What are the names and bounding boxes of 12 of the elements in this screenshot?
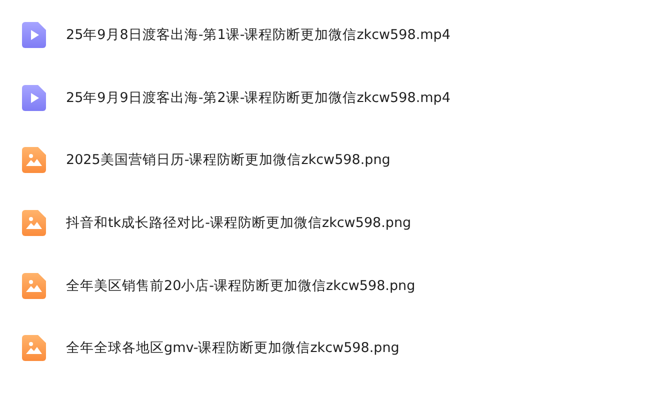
file-name[interactable]: 25年9月8日渡客出海-第1课-课程防断更加微信zkcw598.mp4 bbox=[66, 26, 450, 44]
file-name[interactable]: 2025美国营销日历-课程防断更加微信zkcw598.png bbox=[66, 151, 390, 170]
image-file-icon bbox=[22, 272, 46, 299]
image-file-icon bbox=[22, 147, 46, 174]
video-file-icon bbox=[22, 84, 46, 111]
image-file-icon bbox=[22, 335, 46, 362]
file-name[interactable]: 全年美区销售前20小店-课程防断更加微信zkcw598.png bbox=[66, 276, 416, 295]
file-name[interactable]: 全年全球各地区gmv-课程防断更加微信zkcw598.png bbox=[66, 339, 400, 358]
image-file-icon bbox=[22, 210, 46, 236]
video-file-icon bbox=[22, 22, 46, 48]
file-name[interactable]: 25年9月9日渡客出海-第2课-课程防断更加微信zkcw598.mp4 bbox=[66, 88, 450, 107]
file-name[interactable]: 抖音和tk成长路径对比-课程防断更加微信zkcw598.png bbox=[66, 214, 412, 232]
